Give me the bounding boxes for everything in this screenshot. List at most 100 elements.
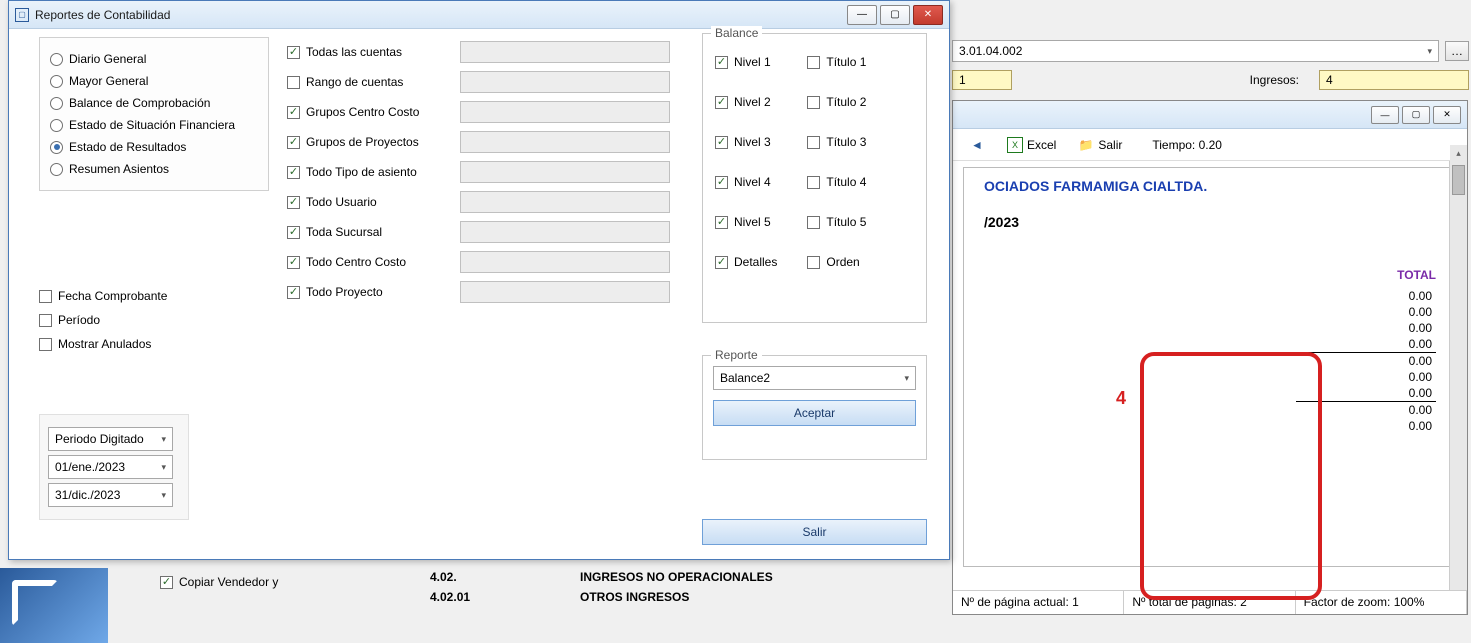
- left-yellow-field[interactable]: 1: [952, 70, 1012, 90]
- check-nivel-1[interactable]: Nivel 1: [715, 50, 777, 74]
- total-value: 0.00: [1296, 352, 1436, 369]
- check-titulo-1[interactable]: Título 1: [807, 50, 866, 74]
- period-to-combo[interactable]: 31/dic./2023▾: [48, 483, 173, 507]
- radio-icon: [50, 53, 63, 66]
- check-nivel-5[interactable]: Nivel 5: [715, 210, 777, 234]
- totals-column: TOTAL 0.00 0.00 0.00 0.00 0.00 0.00 0.00…: [1296, 268, 1436, 434]
- check-nivel-3[interactable]: Nivel 3: [715, 130, 777, 154]
- chevron-down-icon: ▾: [161, 462, 166, 473]
- reportes-dialog: Reportes de Contabilidad — ▢ ✕ Diario Ge…: [8, 0, 950, 560]
- checkbox-icon: [287, 46, 300, 59]
- checkbox-icon: [807, 216, 820, 229]
- aceptar-button[interactable]: Aceptar: [713, 400, 916, 426]
- check-rango-cuentas[interactable]: Rango de cuentas: [287, 70, 452, 94]
- check-nivel-4[interactable]: Nivel 4: [715, 170, 777, 194]
- total-value: 0.00: [1296, 385, 1436, 401]
- radio-icon: [50, 163, 63, 176]
- annotation-number: 4: [1116, 388, 1126, 409]
- chevron-down-icon: ▾: [904, 373, 909, 384]
- check-toda-sucursal[interactable]: Toda Sucursal: [287, 220, 452, 244]
- chevron-down-icon: ▾: [161, 434, 166, 445]
- ingresos-label: Ingresos:: [1250, 73, 1299, 87]
- scroll-thumb[interactable]: [1452, 165, 1465, 195]
- checkbox-icon: [807, 96, 820, 109]
- check-grupos-centro-costo[interactable]: Grupos Centro Costo: [287, 100, 452, 124]
- total-value: 0.00: [1296, 369, 1436, 385]
- vertical-scrollbar[interactable]: [1449, 161, 1467, 590]
- checkbox-icon: [715, 216, 728, 229]
- check-titulo-3[interactable]: Título 3: [807, 130, 866, 154]
- balance-group: Balance Nivel 1 Nivel 2 Nivel 3 Nivel 4 …: [702, 33, 927, 323]
- period-group: Periodo Digitado▾ 01/ene./2023▾ 31/dic./…: [39, 414, 189, 520]
- check-mostrar-anulados[interactable]: Mostrar Anulados: [39, 332, 167, 356]
- close-button[interactable]: ✕: [1433, 106, 1461, 124]
- account-desc: INGRESOS NO OPERACIONALES: [580, 570, 773, 584]
- code-combo[interactable]: 3.01.04.002 ▾: [952, 40, 1439, 62]
- checkbox-icon: [287, 256, 300, 269]
- combo-disabled: [460, 281, 670, 303]
- period-from-combo[interactable]: 01/ene./2023▾: [48, 455, 173, 479]
- check-todo-centro-costo[interactable]: Todo Centro Costo: [287, 250, 452, 274]
- checkbox-icon: [807, 56, 820, 69]
- check-todo-tipo-asiento[interactable]: Todo Tipo de asiento: [287, 160, 452, 184]
- excel-button[interactable]: XExcel: [1001, 135, 1062, 155]
- maximize-button[interactable]: ▢: [1402, 106, 1430, 124]
- app-logo-icon: [0, 568, 108, 643]
- checkbox-icon: [287, 76, 300, 89]
- reporte-legend: Reporte: [711, 348, 762, 362]
- back-button[interactable]: ◄: [963, 135, 991, 155]
- check-todo-usuario[interactable]: Todo Usuario: [287, 190, 452, 214]
- folder-icon: 📁: [1078, 137, 1094, 153]
- report-titlebar: — ▢ ✕: [953, 101, 1467, 129]
- checkbox-icon: [715, 56, 728, 69]
- balance-legend: Balance: [711, 26, 762, 40]
- minimize-button[interactable]: —: [1371, 106, 1399, 124]
- radio-mayor-general[interactable]: Mayor General: [48, 70, 260, 92]
- check-periodo[interactable]: Período: [39, 308, 167, 332]
- reporte-combo[interactable]: Balance2 ▾: [713, 366, 916, 390]
- back-arrow-icon: ◄: [969, 137, 985, 153]
- check-titulo-4[interactable]: Título 4: [807, 170, 866, 194]
- combo-disabled: [460, 71, 670, 93]
- checkbox-icon: [287, 106, 300, 119]
- check-titulo-2[interactable]: Título 2: [807, 90, 866, 114]
- close-button[interactable]: ✕: [913, 5, 943, 25]
- salir-button[interactable]: 📁Salir: [1072, 135, 1128, 155]
- combo-disabled: [460, 131, 670, 153]
- checkbox-icon: [39, 290, 52, 303]
- check-fecha-comprobante[interactable]: Fecha Comprobante: [39, 284, 167, 308]
- status-page-total: Nº total de páginas: 2: [1124, 591, 1295, 614]
- copy-vendor-check[interactable]: Copiar Vendedor y: [160, 570, 278, 594]
- check-detalles[interactable]: Detalles: [715, 250, 777, 274]
- checkbox-icon: [287, 166, 300, 179]
- check-nivel-2[interactable]: Nivel 2: [715, 90, 777, 114]
- ingresos-field[interactable]: 4: [1319, 70, 1469, 90]
- period-mode-combo[interactable]: Periodo Digitado▾: [48, 427, 173, 451]
- radio-resumen-asientos[interactable]: Resumen Asientos: [48, 158, 260, 180]
- combo-disabled: [460, 251, 670, 273]
- check-grupos-proyectos[interactable]: Grupos de Proyectos: [287, 130, 452, 154]
- radio-estado-resultados[interactable]: Estado de Resultados: [48, 136, 260, 158]
- account-code: 4.02.01: [430, 590, 470, 604]
- radio-diario-general[interactable]: Diario General: [48, 48, 260, 70]
- code-value: 3.01.04.002: [959, 44, 1022, 58]
- radio-estado-situacion[interactable]: Estado de Situación Financiera: [48, 114, 260, 136]
- combo-disabled: [460, 191, 670, 213]
- check-todo-proyecto[interactable]: Todo Proyecto: [287, 280, 452, 304]
- app-icon: [15, 8, 29, 22]
- radio-balance-comprobacion[interactable]: Balance de Comprobación: [48, 92, 260, 114]
- background-top-strip: 3.01.04.002 ▾ … 1 Ingresos: 4: [952, 40, 1469, 95]
- check-titulo-5[interactable]: Título 5: [807, 210, 866, 234]
- reporte-group: Reporte Balance2 ▾ Aceptar: [702, 355, 927, 460]
- salir-button[interactable]: Salir: [702, 519, 927, 545]
- browse-button[interactable]: …: [1445, 41, 1469, 61]
- minimize-button[interactable]: —: [847, 5, 877, 25]
- report-company-title: OCIADOS FARMAMIGA CIALTDA.: [984, 178, 1436, 194]
- radio-icon: [50, 119, 63, 132]
- maximize-button[interactable]: ▢: [880, 5, 910, 25]
- total-value: 0.00: [1296, 336, 1436, 352]
- checkbox-icon: [715, 256, 728, 269]
- check-orden[interactable]: Orden: [807, 250, 866, 274]
- check-todas-cuentas[interactable]: Todas las cuentas: [287, 40, 452, 64]
- checkbox-icon: [807, 256, 820, 269]
